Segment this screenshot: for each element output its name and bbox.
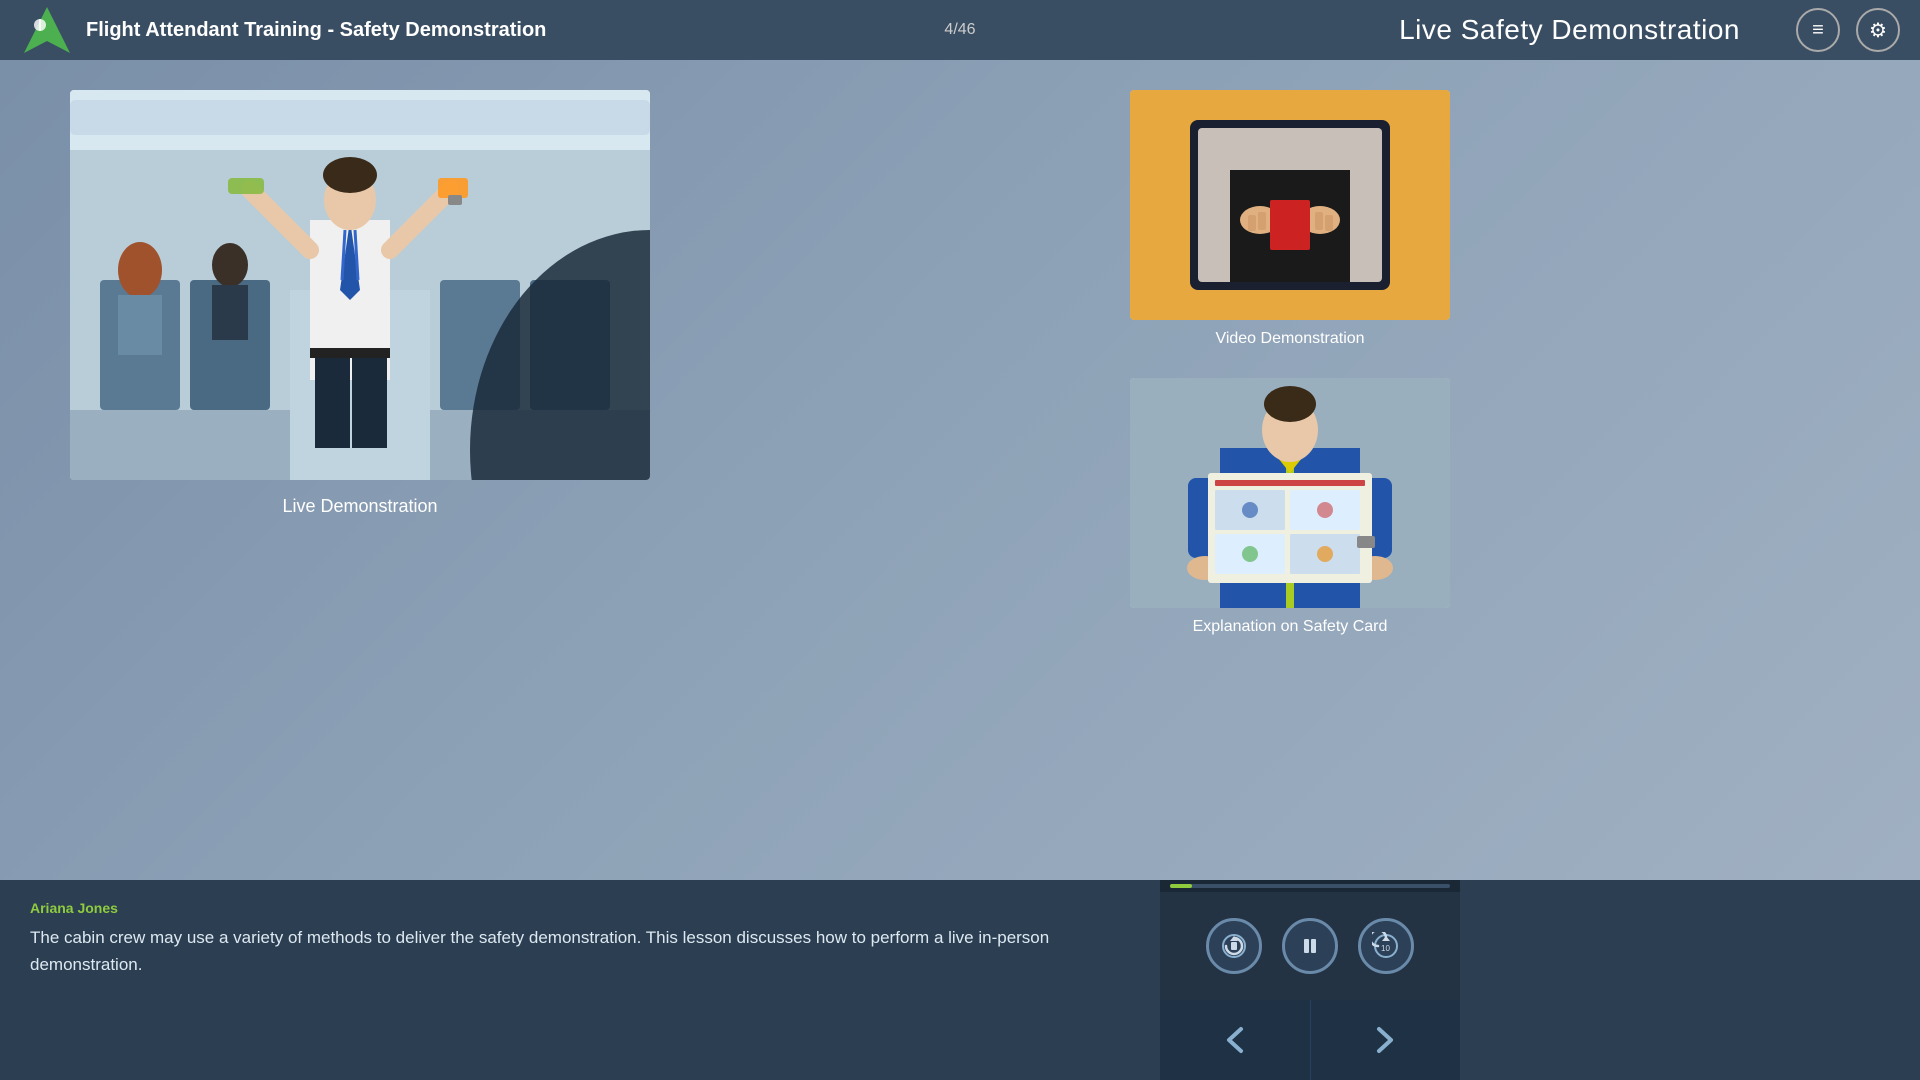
transcript-area: Ariana Jones The cabin crew may use a va… [0, 880, 1160, 1080]
main-image[interactable] [70, 90, 650, 480]
logo-icon [20, 3, 74, 57]
menu-icon: ≡ [1812, 19, 1824, 42]
next-button[interactable] [1311, 1000, 1461, 1080]
header: Flight Attendant Training - Safety Demon… [0, 0, 1920, 60]
safety-card-label: Explanation on Safety Card [1193, 618, 1388, 636]
slide-counter: 4/46 [944, 21, 975, 39]
pause-icon [1296, 932, 1324, 960]
progress-track[interactable] [1170, 884, 1450, 888]
pause-button[interactable] [1282, 918, 1338, 974]
rewind-button[interactable]: 10 [1358, 918, 1414, 974]
progress-fill [1170, 884, 1192, 888]
menu-button[interactable]: ≡ [1796, 8, 1840, 52]
rewind-icon: 10 [1372, 932, 1400, 960]
video-demo-svg [1130, 90, 1450, 320]
safety-card-image[interactable] [1130, 378, 1450, 608]
header-icons: ≡ ⚙ [1796, 8, 1900, 52]
main-image-label: Live Demonstration [282, 496, 437, 517]
replay-icon [1220, 932, 1248, 960]
video-demo-container: Video Demonstration [720, 90, 1860, 348]
replay-button[interactable] [1206, 918, 1262, 974]
prev-button[interactable] [1160, 1000, 1311, 1080]
safety-card-container: Explanation on Safety Card [720, 378, 1860, 636]
video-demo-label: Video Demonstration [1215, 330, 1364, 348]
main-content: Live Demonstration [0, 60, 1920, 880]
header-title: Flight Attendant Training - Safety Demon… [86, 19, 546, 42]
prev-icon [1219, 1024, 1251, 1056]
nav-controls [1160, 1000, 1460, 1080]
logo-area: Flight Attendant Training - Safety Demon… [20, 3, 546, 57]
right-panel: Video Demonstration [720, 90, 1860, 850]
header-lesson-title: Live Safety Demonstration [1399, 14, 1740, 46]
svg-text:10: 10 [1381, 944, 1390, 953]
live-demo-image [70, 90, 650, 480]
settings-button[interactable]: ⚙ [1856, 8, 1900, 52]
controls-area: 10 [1160, 880, 1460, 1080]
transcript-text: The cabin crew may use a variety of meth… [30, 924, 1090, 978]
progress-bar-row [1160, 880, 1460, 892]
safety-card-svg [1130, 378, 1450, 608]
next-icon [1369, 1024, 1401, 1056]
bottom-bar: Ariana Jones The cabin crew may use a va… [0, 880, 1920, 1080]
playback-controls: 10 [1160, 892, 1460, 1000]
video-demo-image[interactable] [1130, 90, 1450, 320]
left-panel: Live Demonstration [60, 90, 660, 850]
settings-icon: ⚙ [1869, 18, 1887, 43]
narrator-name: Ariana Jones [30, 900, 1130, 916]
